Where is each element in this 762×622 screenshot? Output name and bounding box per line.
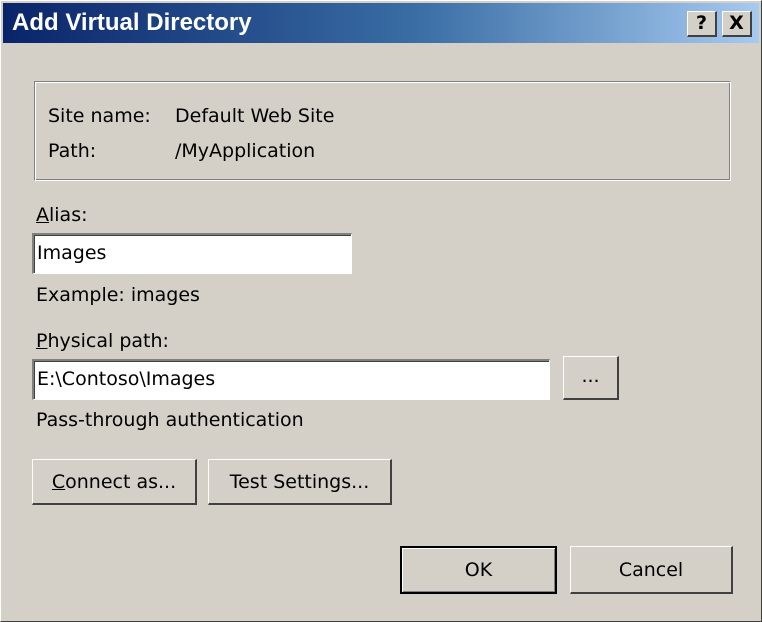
ok-button[interactable]: OK xyxy=(400,546,557,594)
alias-input[interactable]: Images xyxy=(32,233,352,274)
ok-label: OK xyxy=(464,559,493,581)
path-value: /MyApplication xyxy=(175,140,316,162)
alias-label-mnemonic: A xyxy=(36,204,49,226)
alias-example-text: Example: images xyxy=(36,284,200,306)
question-mark-icon: ? xyxy=(695,12,708,34)
test-settings-button[interactable]: Test Settings... xyxy=(208,459,392,505)
physical-path-label-mnemonic: P xyxy=(36,330,48,352)
dialog-window: Add Virtual Directory ? X Site name: Def… xyxy=(0,0,762,622)
dialog-title: Add Virtual Directory xyxy=(12,9,252,36)
site-info-panel: Site name: Default Web Site Path: /MyApp… xyxy=(34,81,731,181)
alias-label-text: lias: xyxy=(49,204,88,226)
physical-path-label: Physical path: xyxy=(36,330,169,352)
alias-label: Alias: xyxy=(36,204,88,226)
alias-input-value: Images xyxy=(37,242,107,264)
close-icon: X xyxy=(729,12,744,34)
physical-path-label-text: hysical path: xyxy=(47,330,169,352)
browse-ellipsis-icon: ... xyxy=(581,365,600,387)
test-settings-label: Test Settings... xyxy=(229,471,370,493)
connect-as-button[interactable]: Connect as... xyxy=(32,459,197,505)
connect-as-label: onnect as... xyxy=(65,471,177,493)
site-name-label: Site name: xyxy=(48,105,151,127)
cancel-label: Cancel xyxy=(618,559,684,581)
path-label: Path: xyxy=(48,140,97,162)
physical-path-input-value: E:\Contoso\Images xyxy=(37,368,216,390)
cancel-button[interactable]: Cancel xyxy=(570,546,733,594)
auth-status-text: Pass-through authentication xyxy=(36,409,304,431)
site-name-value: Default Web Site xyxy=(175,105,335,127)
title-bar[interactable]: Add Virtual Directory ? X xyxy=(3,3,759,43)
connect-as-mnemonic: C xyxy=(51,471,66,493)
physical-path-input[interactable]: E:\Contoso\Images xyxy=(32,359,550,400)
close-button[interactable]: X xyxy=(722,11,752,37)
browse-button[interactable]: ... xyxy=(563,356,619,400)
help-button[interactable]: ? xyxy=(687,11,717,37)
